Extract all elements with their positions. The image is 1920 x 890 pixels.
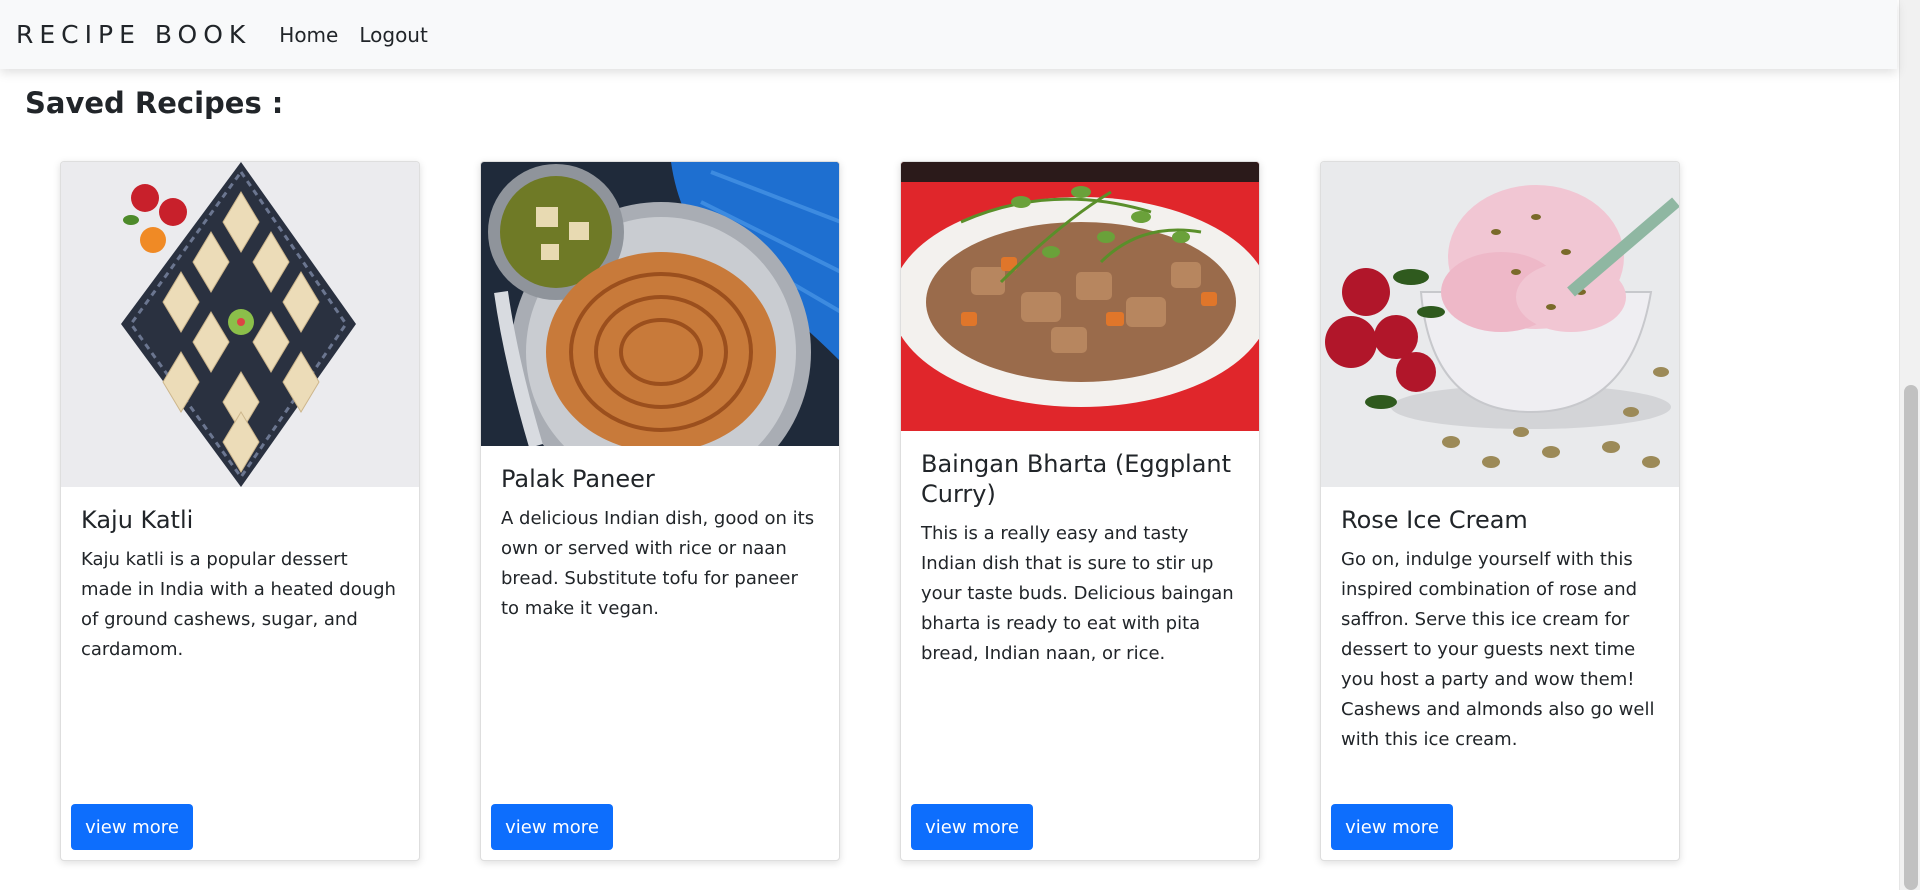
card-body: Rose Ice Cream Go on, indulge yourself w… [1321,487,1679,755]
recipe-title: Palak Paneer [501,465,655,493]
recipe-card: Rose Ice Cream Go on, indulge yourself w… [1320,161,1680,861]
navbar: RECIPE BOOK Home Logout [0,0,1897,69]
view-more-button[interactable]: view more [911,804,1033,850]
recipe-image-rose-ice-cream [1321,162,1679,487]
rose-ice-cream-photo [1321,162,1679,487]
recipe-description: Kaju katli is a popular dessert made in … [81,549,396,660]
nav-link-logout[interactable]: Logout [359,23,427,47]
recipe-description: Go on, indulge yourself with this inspir… [1341,549,1655,750]
vertical-scrollbar[interactable] [1899,0,1920,890]
card-body: Palak Paneer A delicious Indian dish, go… [481,446,839,624]
view-more-button[interactable]: view more [71,804,193,850]
view-more-button[interactable]: view more [491,804,613,850]
recipe-card: Palak Paneer A delicious Indian dish, go… [480,161,840,861]
recipe-card: Baingan Bharta (Eggplant Curry) This is … [900,161,1260,861]
palak-paneer-photo [481,162,839,446]
recipe-description: This is a really easy and tasty Indian d… [921,523,1234,664]
view-more-button[interactable]: view more [1331,804,1453,850]
recipe-card: Kaju Katli Kaju katli is a popular desse… [60,161,420,861]
recipe-description: A delicious Indian dish, good on its own… [501,508,815,619]
recipe-title: Kaju Katli [81,506,194,534]
recipe-title: Rose Ice Cream [1341,506,1528,534]
card-body: Baingan Bharta (Eggplant Curry) This is … [901,431,1259,669]
brand-logo[interactable]: RECIPE BOOK [16,20,251,49]
nav-link-home[interactable]: Home [279,23,338,47]
recipe-image-palak-paneer [481,162,839,446]
page-title: Saved Recipes : [25,86,284,120]
kaju-katli-photo [61,162,419,487]
baingan-bharta-photo [901,162,1259,431]
recipe-image-kaju-katli [61,162,419,487]
recipe-title: Baingan Bharta (Eggplant Curry) [921,450,1232,508]
card-body: Kaju Katli Kaju katli is a popular desse… [61,487,419,665]
scrollbar-thumb[interactable] [1904,385,1918,890]
recipe-image-baingan-bharta [901,162,1259,431]
